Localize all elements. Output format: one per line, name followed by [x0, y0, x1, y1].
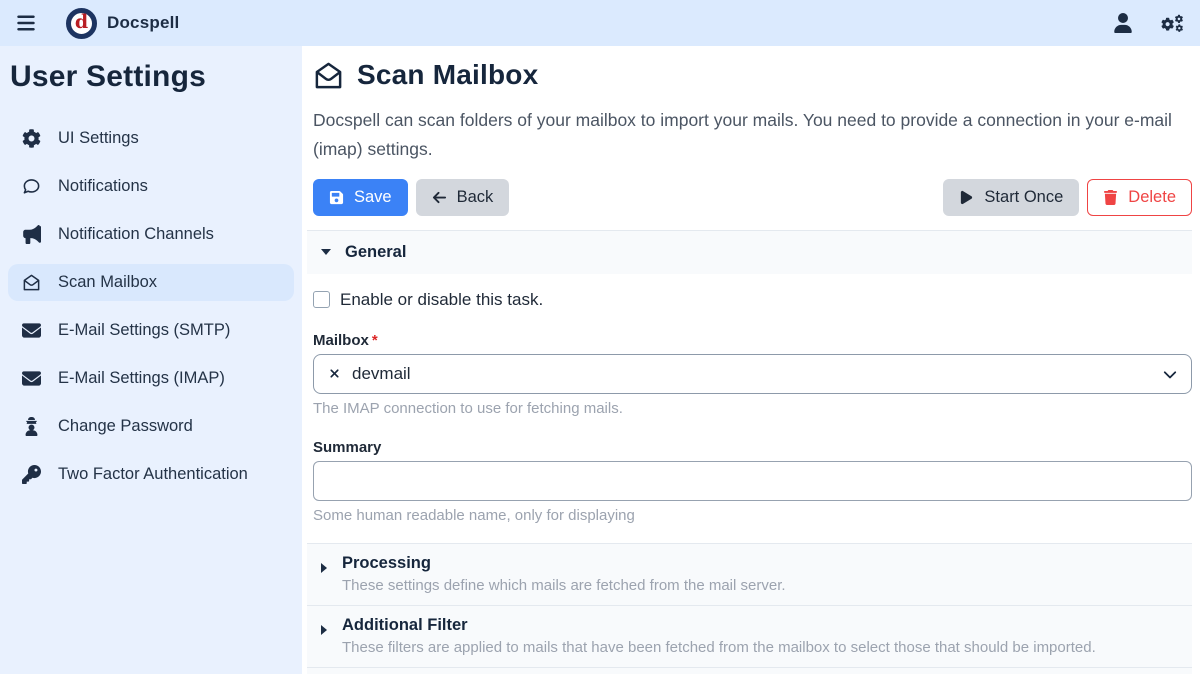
collapsed-sections: Processing These settings define which m…: [307, 543, 1192, 674]
trash-icon: [1103, 190, 1118, 205]
sidebar-item-email-smtp[interactable]: E-Mail Settings (SMTP): [8, 312, 294, 349]
app-name: Docspell: [107, 13, 179, 33]
mailbox-selected-value: devmail: [352, 364, 411, 384]
sidebar-item-scan-mailbox[interactable]: Scan Mailbox: [8, 264, 294, 301]
mailbox-select[interactable]: devmail: [313, 354, 1192, 394]
page-title: Scan Mailbox: [357, 59, 538, 91]
user-icon[interactable]: [1113, 13, 1133, 33]
settings-sidebar: User Settings UI Settings Notifications …: [0, 46, 302, 674]
sidebar-item-change-password[interactable]: Change Password: [8, 408, 294, 445]
back-button[interactable]: Back: [416, 179, 510, 216]
mailbox-label: Mailbox: [313, 332, 369, 349]
key-icon: [22, 465, 41, 484]
sidebar-item-label: E-Mail Settings (SMTP): [58, 321, 230, 340]
top-navbar: d Docspell: [0, 0, 1200, 46]
section-header-additional-filter[interactable]: Additional Filter These filters are appl…: [307, 606, 1192, 668]
main-content: Scan Mailbox Docspell can scan folders o…: [302, 46, 1200, 674]
sidebar-item-label: Change Password: [58, 417, 193, 436]
sidebar-item-label: UI Settings: [58, 129, 139, 148]
save-button[interactable]: Save: [313, 179, 408, 216]
floppy-icon: [329, 190, 344, 205]
summary-input[interactable]: [313, 461, 1192, 501]
app-brand[interactable]: d Docspell: [66, 8, 179, 39]
sidebar-item-label: Two Factor Authentication: [58, 465, 248, 484]
caret-right-icon: [321, 563, 327, 573]
delete-button[interactable]: Delete: [1087, 179, 1192, 216]
enable-task-label: Enable or disable this task.: [340, 290, 543, 310]
play-icon: [959, 190, 974, 205]
sidebar-nav: UI Settings Notifications Notification C…: [8, 120, 294, 493]
enable-task-checkbox[interactable]: [313, 291, 330, 308]
mailbox-help-text: The IMAP connection to use for fetching …: [313, 400, 1192, 417]
user-secret-icon: [22, 417, 41, 436]
mailbox-field: Mailbox* devmail The IMAP connection to …: [307, 332, 1192, 417]
envelope-open-icon: [313, 60, 344, 91]
sidebar-item-label: Notification Channels: [58, 225, 214, 244]
required-marker: *: [372, 332, 378, 349]
hamburger-menu-icon[interactable]: [16, 13, 36, 33]
sidebar-item-email-imap[interactable]: E-Mail Settings (IMAP): [8, 360, 294, 397]
toolbar: Save Back Start Once Delete: [307, 179, 1192, 216]
start-once-button[interactable]: Start Once: [943, 179, 1079, 216]
sidebar-item-two-factor-auth[interactable]: Two Factor Authentication: [8, 456, 294, 493]
sidebar-item-notifications[interactable]: Notifications: [8, 168, 294, 205]
sidebar-item-notification-channels[interactable]: Notification Channels: [8, 216, 294, 253]
arrow-left-icon: [432, 190, 447, 205]
enable-task-row: Enable or disable this task.: [307, 290, 1192, 310]
clear-selection-icon[interactable]: [328, 367, 341, 380]
sidebar-item-label: Notifications: [58, 177, 148, 196]
bullhorn-icon: [22, 225, 41, 244]
envelope-icon: [22, 321, 41, 340]
section-header-post-processing[interactable]: Post Processing: [307, 668, 1192, 674]
sidebar-item-ui-settings[interactable]: UI Settings: [8, 120, 294, 157]
comment-icon: [22, 177, 41, 196]
envelope-icon: [22, 369, 41, 388]
envelope-open-icon: [22, 273, 41, 292]
summary-field: Summary Some human readable name, only f…: [307, 439, 1192, 524]
summary-help-text: Some human readable name, only for displ…: [313, 507, 1192, 524]
page-description: Docspell can scan folders of your mailbo…: [307, 106, 1187, 164]
caret-right-icon: [321, 625, 327, 635]
app-logo: d: [66, 8, 97, 39]
section-header-processing[interactable]: Processing These settings define which m…: [307, 544, 1192, 606]
chevron-down-icon[interactable]: [1163, 367, 1177, 381]
caret-down-icon: [321, 249, 331, 255]
gear-icon: [22, 129, 41, 148]
sidebar-title: User Settings: [10, 60, 294, 94]
sidebar-item-label: E-Mail Settings (IMAP): [58, 369, 225, 388]
gears-icon[interactable]: [1161, 13, 1184, 34]
summary-label: Summary: [313, 439, 1192, 456]
section-header-general[interactable]: General: [307, 230, 1192, 274]
sidebar-item-label: Scan Mailbox: [58, 273, 157, 292]
